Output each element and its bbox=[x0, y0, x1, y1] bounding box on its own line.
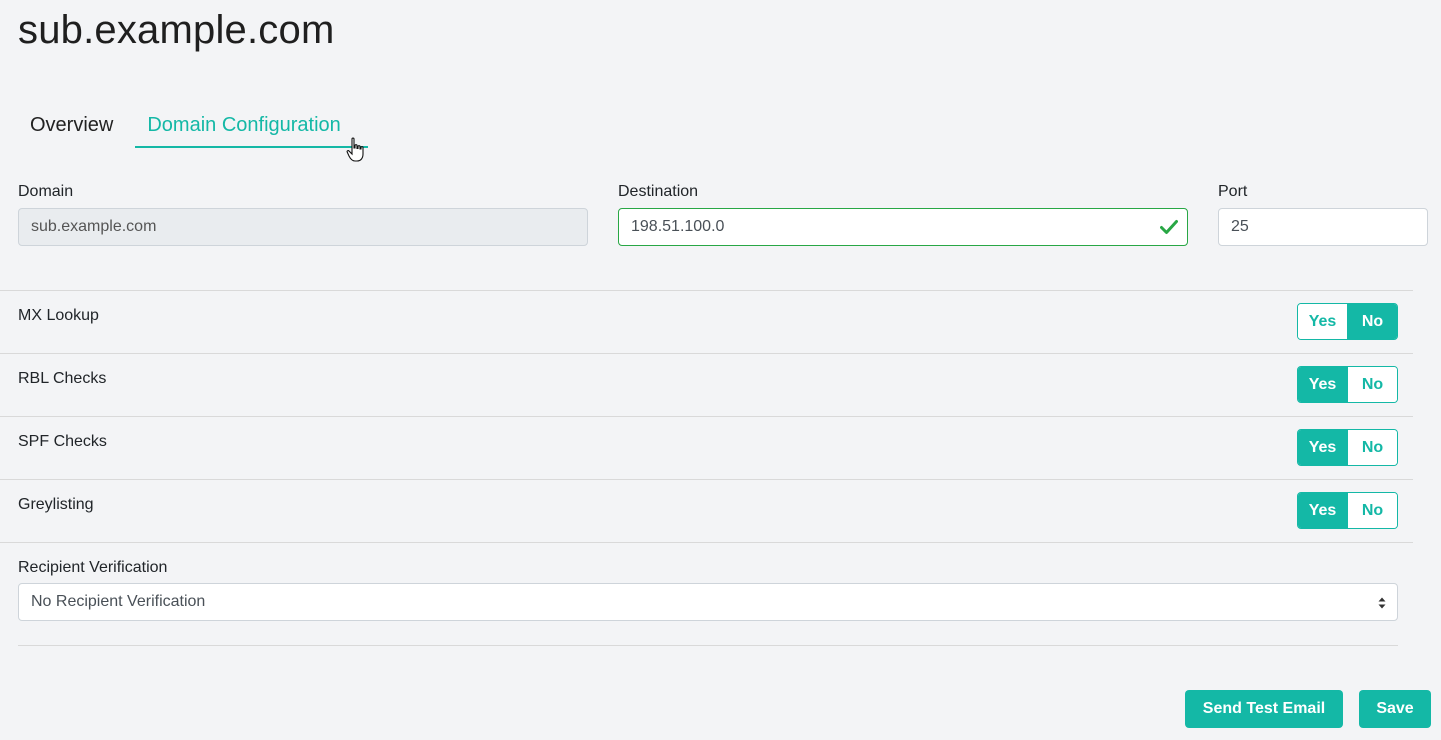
mx-lookup-toggle: Yes No bbox=[1297, 303, 1398, 340]
save-button[interactable]: Save bbox=[1359, 690, 1431, 728]
hand-pointer-icon bbox=[346, 137, 364, 162]
divider bbox=[0, 353, 1413, 354]
divider bbox=[0, 416, 1413, 417]
tab-bar: Overview Domain Configuration bbox=[18, 110, 378, 150]
destination-field[interactable]: 198.51.100.0 bbox=[618, 208, 1188, 246]
divider bbox=[18, 645, 1398, 646]
destination-value: 198.51.100.0 bbox=[631, 218, 725, 235]
mx-lookup-no-button[interactable]: No bbox=[1347, 304, 1397, 339]
mx-lookup-yes-button[interactable]: Yes bbox=[1298, 304, 1347, 339]
recipient-verification-value: No Recipient Verification bbox=[31, 593, 206, 610]
spf-checks-toggle: Yes No bbox=[1297, 429, 1398, 466]
divider bbox=[0, 479, 1413, 480]
mx-lookup-label: MX Lookup bbox=[18, 307, 99, 324]
page-title: sub.example.com bbox=[18, 8, 335, 52]
send-test-email-button[interactable]: Send Test Email bbox=[1185, 690, 1343, 728]
divider bbox=[0, 290, 1413, 291]
domain-label: Domain bbox=[18, 183, 74, 200]
greylisting-label: Greylisting bbox=[18, 496, 94, 513]
rbl-checks-no-button[interactable]: No bbox=[1347, 367, 1397, 402]
tab-overview[interactable]: Overview bbox=[18, 110, 125, 148]
port-label: Port bbox=[1218, 183, 1248, 200]
select-arrows-icon bbox=[1378, 597, 1386, 609]
check-icon bbox=[1160, 220, 1178, 234]
greylisting-yes-button[interactable]: Yes bbox=[1298, 493, 1347, 528]
spf-checks-label: SPF Checks bbox=[18, 433, 107, 450]
rbl-checks-label: RBL Checks bbox=[18, 370, 107, 387]
recipient-verification-label: Recipient Verification bbox=[18, 559, 168, 576]
rbl-checks-toggle: Yes No bbox=[1297, 366, 1398, 403]
destination-label: Destination bbox=[618, 183, 699, 200]
recipient-verification-select[interactable]: No Recipient Verification bbox=[18, 583, 1398, 621]
rbl-checks-yes-button[interactable]: Yes bbox=[1298, 367, 1347, 402]
port-field[interactable]: 25 bbox=[1218, 208, 1428, 246]
spf-checks-no-button[interactable]: No bbox=[1347, 430, 1397, 465]
greylisting-no-button[interactable]: No bbox=[1347, 493, 1397, 528]
greylisting-toggle: Yes No bbox=[1297, 492, 1398, 529]
divider bbox=[0, 542, 1413, 543]
spf-checks-yes-button[interactable]: Yes bbox=[1298, 430, 1347, 465]
tab-domain-configuration[interactable]: Domain Configuration bbox=[135, 110, 369, 148]
domain-field: sub.example.com bbox=[18, 208, 588, 246]
